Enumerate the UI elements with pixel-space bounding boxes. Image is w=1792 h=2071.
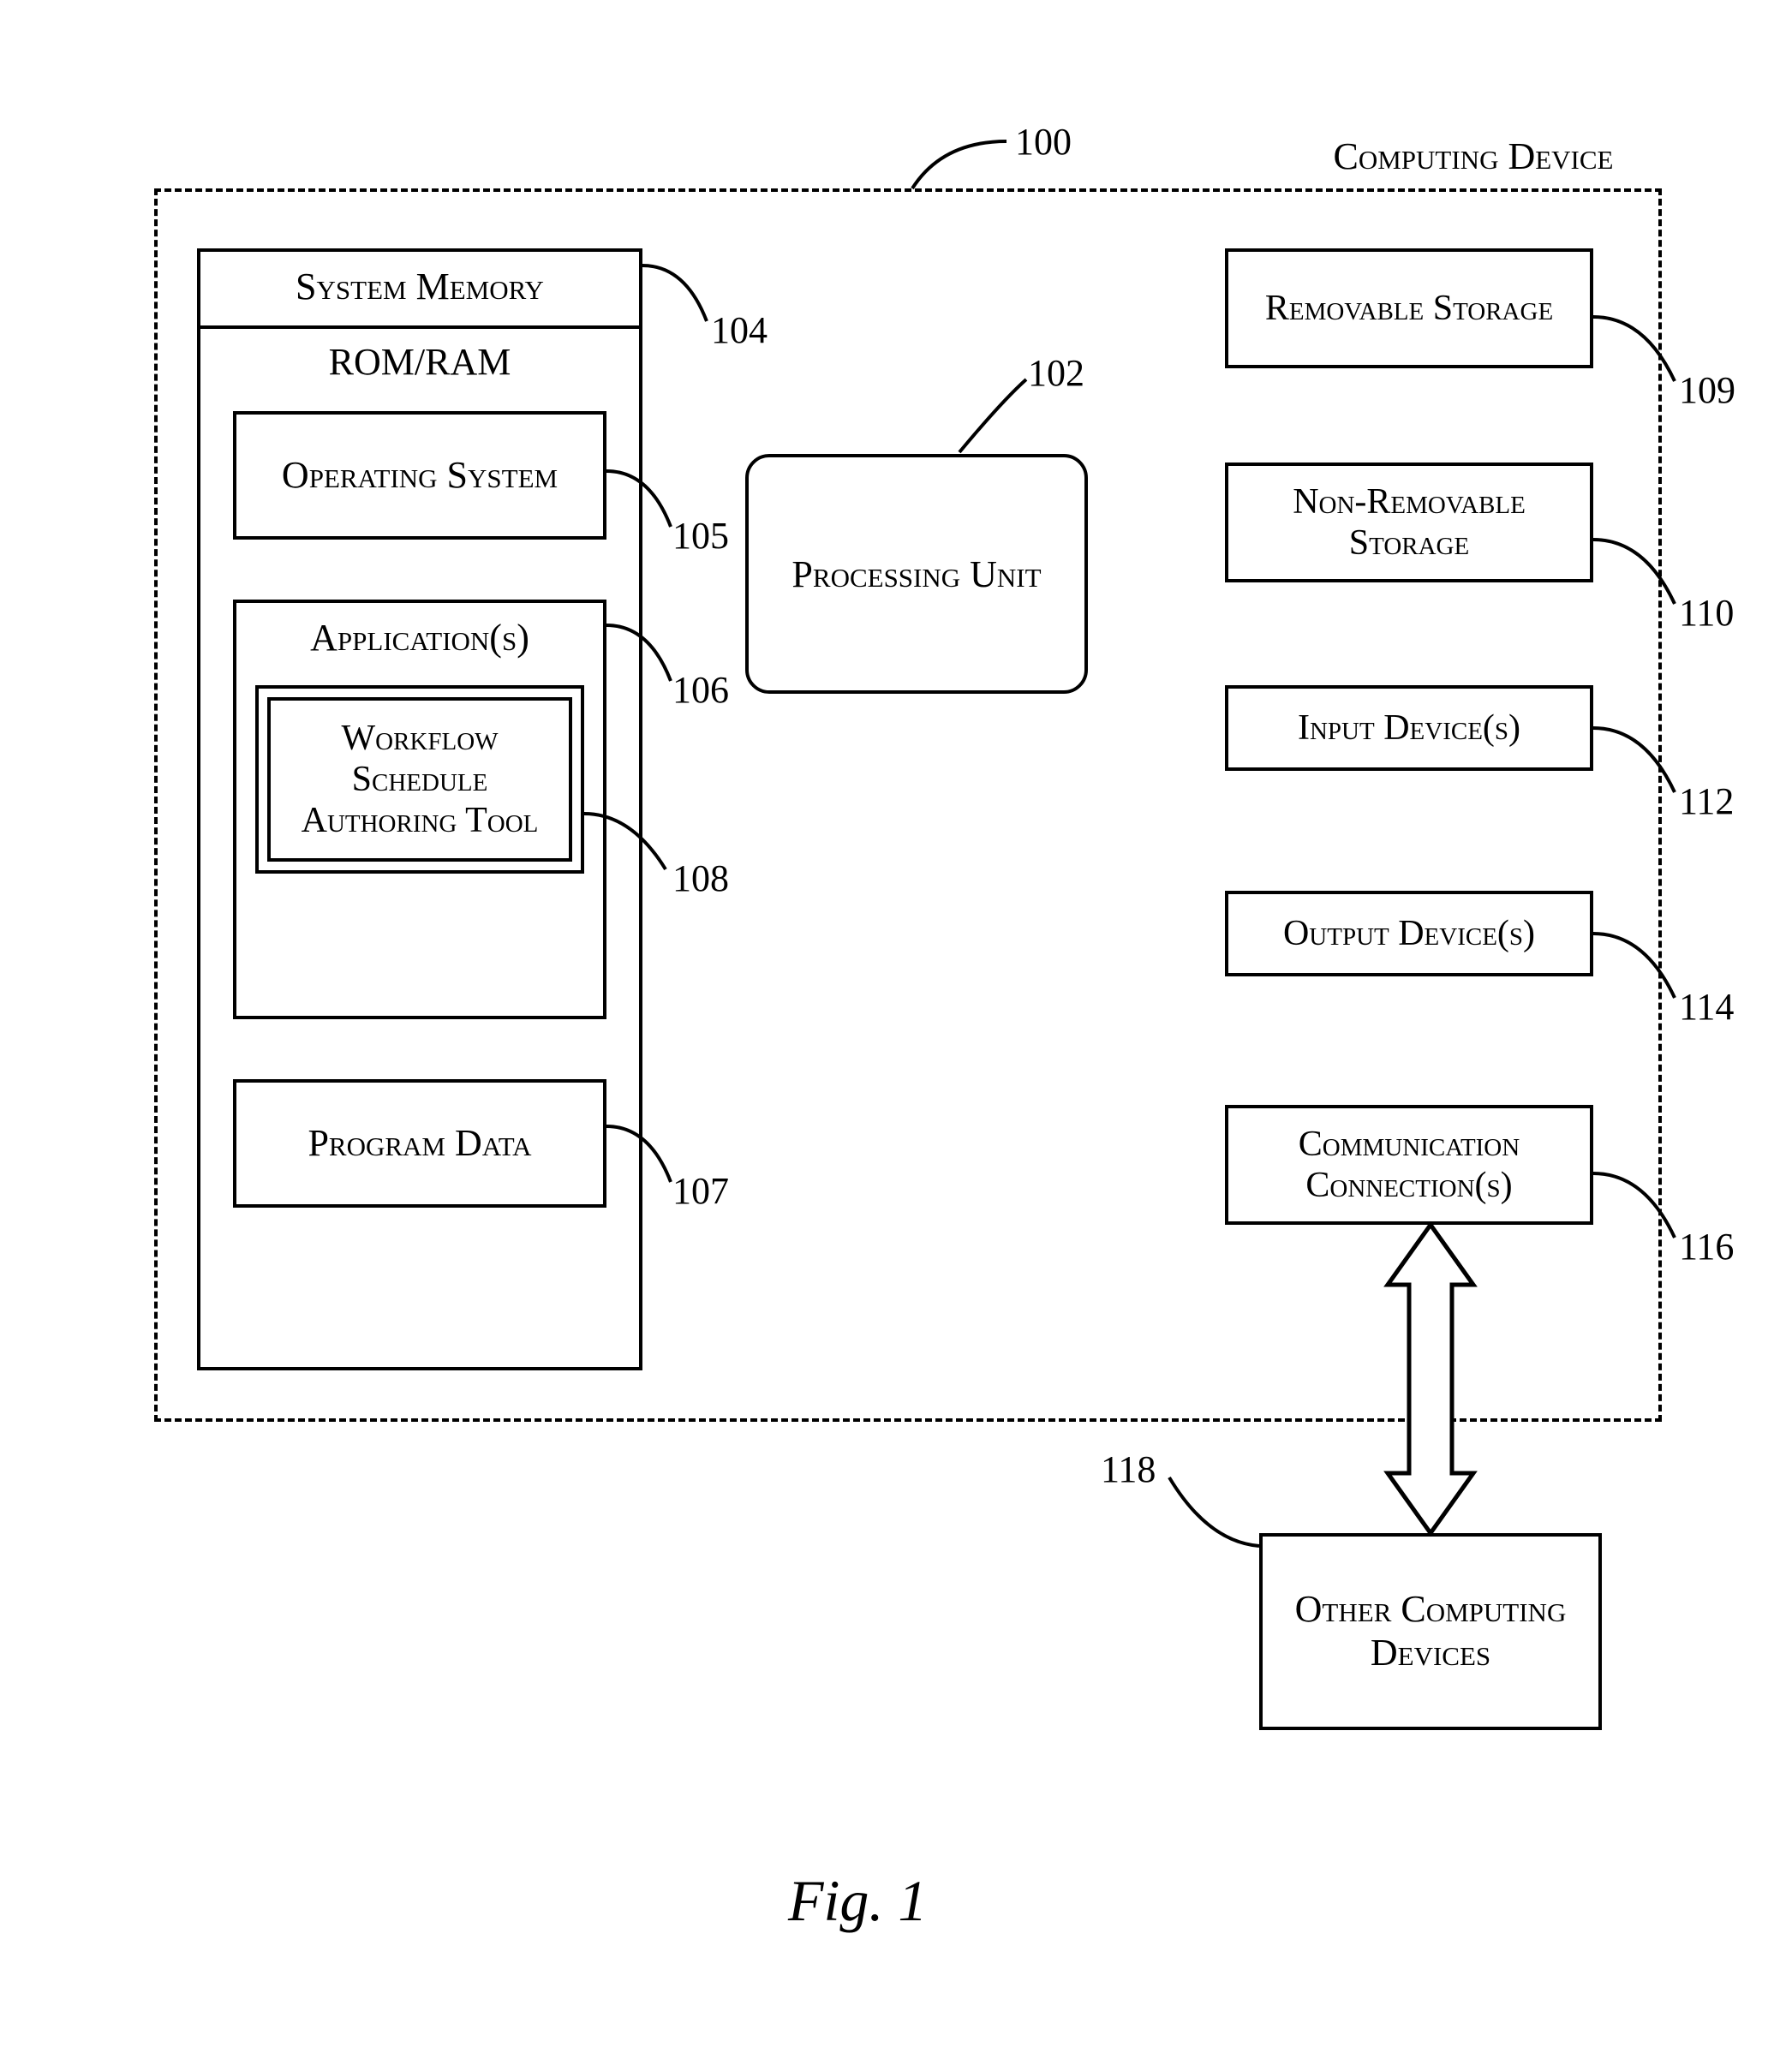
text: ROM/RAM — [329, 341, 511, 383]
ref-102: 102 — [1028, 351, 1084, 395]
output-devices-label: Output Device(s) — [1283, 913, 1535, 954]
other-devices-label: Other Computing Devices — [1263, 1588, 1598, 1674]
ref-118: 118 — [1101, 1447, 1156, 1491]
text: Application(s) — [310, 617, 529, 659]
processing-unit-box: Processing Unit — [745, 454, 1088, 694]
ref-116: 116 — [1679, 1225, 1734, 1268]
program-data-box: Program Data — [233, 1079, 606, 1208]
leader-102 — [959, 375, 1028, 457]
ref-100: 100 — [1015, 120, 1072, 164]
ref-107: 107 — [672, 1169, 729, 1213]
leader-110 — [1593, 531, 1679, 608]
text: System Memory — [296, 266, 544, 307]
leader-108 — [584, 805, 670, 874]
operating-system-box: Operating System — [233, 411, 606, 540]
leader-109 — [1593, 308, 1679, 385]
leader-106 — [606, 617, 675, 685]
output-devices-box: Output Device(s) — [1225, 891, 1593, 976]
text: Computing Device — [1334, 135, 1614, 177]
non-removable-storage-box: Non-Removable Storage — [1225, 463, 1593, 582]
ref-105: 105 — [672, 514, 729, 558]
ref-104: 104 — [711, 308, 768, 352]
applications-label: Application(s) — [233, 617, 606, 660]
figure-caption: Fig. 1 — [788, 1867, 927, 1935]
leader-112 — [1593, 719, 1679, 797]
rom-ram-label: ROM/RAM — [197, 341, 642, 385]
leader-116 — [1593, 1165, 1679, 1242]
other-devices-box: Other Computing Devices — [1259, 1533, 1602, 1730]
leader-118 — [1165, 1473, 1259, 1550]
removable-storage-label: Removable Storage — [1265, 288, 1553, 329]
leader-104 — [642, 257, 711, 325]
workflow-tool-inner: Workflow Schedule Authoring Tool — [267, 697, 572, 862]
workflow-tool-label: Workflow Schedule Authoring Tool — [271, 718, 569, 842]
ref-114: 114 — [1679, 985, 1734, 1029]
leader-114 — [1593, 925, 1679, 1002]
operating-system-label: Operating System — [282, 454, 558, 498]
system-memory-divider — [200, 325, 639, 329]
double-arrow-icon — [1371, 1225, 1490, 1533]
ref-112: 112 — [1679, 779, 1734, 823]
ref-108: 108 — [672, 856, 729, 900]
input-devices-box: Input Device(s) — [1225, 685, 1593, 771]
processing-unit-label: Processing Unit — [791, 552, 1041, 596]
computing-device-label: Computing Device — [1293, 135, 1653, 179]
ref-106: 106 — [672, 668, 729, 712]
leader-107 — [606, 1118, 675, 1186]
ref-109: 109 — [1679, 368, 1735, 412]
program-data-label: Program Data — [308, 1122, 531, 1166]
input-devices-label: Input Device(s) — [1298, 707, 1520, 749]
communication-label: Communication Connection(s) — [1228, 1124, 1590, 1207]
communication-box: Communication Connection(s) — [1225, 1105, 1593, 1225]
system-memory-label: System Memory — [197, 266, 642, 309]
non-removable-storage-label: Non-Removable Storage — [1228, 481, 1590, 564]
ref-110: 110 — [1679, 591, 1734, 635]
leader-100 — [908, 133, 1011, 193]
removable-storage-box: Removable Storage — [1225, 248, 1593, 368]
leader-105 — [606, 463, 675, 531]
